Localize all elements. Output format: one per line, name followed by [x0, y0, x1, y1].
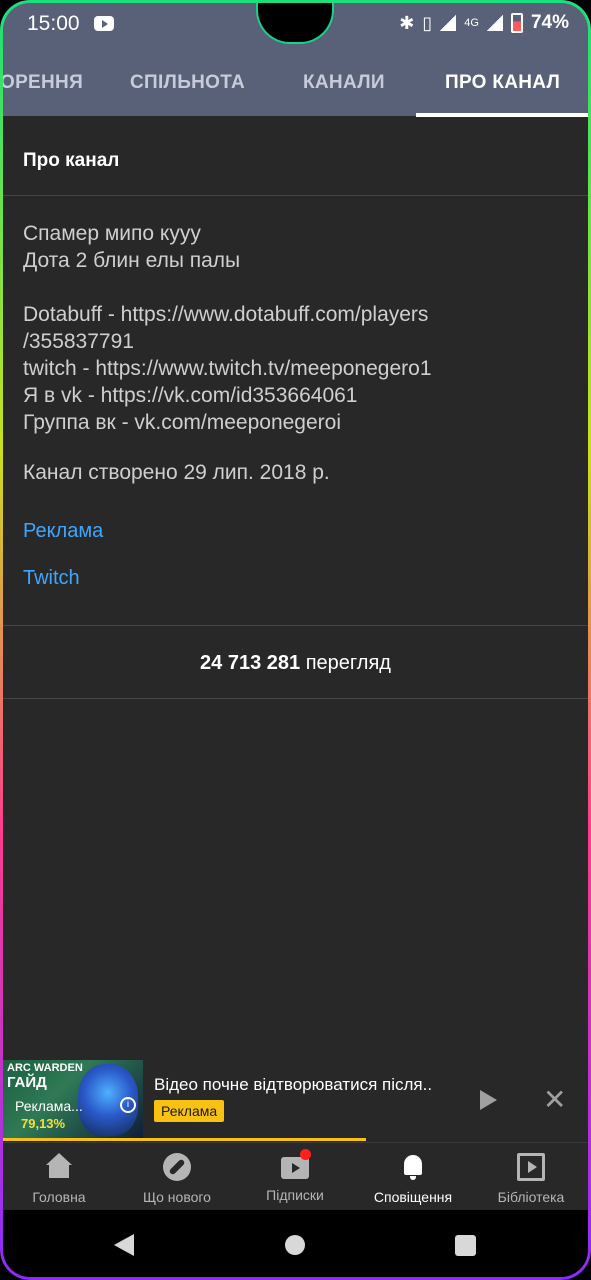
thumbnail-ad-text: Реклама... [15, 1098, 83, 1114]
tab-about[interactable]: ПРО КАНАЛ [445, 72, 560, 94]
signal-icon [486, 15, 503, 31]
tab-videos[interactable]: ОРЕННЯ [0, 72, 83, 94]
network-type: 4G [464, 17, 479, 29]
thumbnail-text: 79,13% [21, 1116, 66, 1131]
thumbnail-text: ARC WARDEN [7, 1062, 83, 1074]
description-line: Спамер мипо кууу [23, 222, 201, 245]
mini-player-title[interactable]: Відео почне відтворюватися після.. [154, 1075, 432, 1095]
ad-badge: Реклама [154, 1100, 225, 1122]
description-line[interactable]: twitch - https://www.twitch.tv/meeponege… [23, 355, 432, 382]
channel-tabs: ОРЕННЯ СПІЛЬНОТА КАНАЛИ ПРО КАНАЛ [0, 48, 591, 116]
bottom-navigation: Головна Що нового Підписки Сповіщення Бі… [0, 1142, 591, 1210]
explore-icon [163, 1153, 191, 1181]
description-line: Дота 2 блин елы палы [23, 249, 241, 272]
divider [0, 195, 591, 196]
vibrate-icon: ▯ [422, 12, 433, 33]
divider [0, 625, 591, 626]
status-icons: ✱ ▯ 4G 74% [399, 12, 569, 34]
back-icon[interactable] [114, 1234, 134, 1256]
nav-label: Бібліотека [497, 1189, 565, 1205]
link-twitch[interactable]: Twitch [23, 567, 80, 590]
nav-label: Головна [32, 1189, 86, 1205]
nav-label: Сповіщення [373, 1189, 453, 1205]
mini-player[interactable]: ARC WARDEN ГАЙД Реклама... 79,13% i Віде… [0, 1058, 591, 1142]
nav-home[interactable]: Головна [0, 1149, 118, 1205]
view-count-label: перегляд [305, 652, 391, 674]
nav-library[interactable]: Бібліотека [472, 1149, 590, 1205]
link-advertising[interactable]: Реклама [23, 520, 103, 543]
library-icon [517, 1153, 545, 1181]
nav-label: Підписки [266, 1187, 324, 1203]
nav-notifications[interactable]: Сповіщення [354, 1149, 472, 1205]
battery-icon [510, 13, 523, 33]
tab-community[interactable]: СПІЛЬНОТА [130, 72, 245, 94]
play-icon[interactable] [480, 1090, 497, 1110]
description-line[interactable]: /355837791 [23, 328, 134, 355]
nav-label: Що нового [143, 1189, 211, 1205]
phone-screen: 15:00 ✱ ▯ 4G 74% ОРЕННЯ СПІЛЬНОТА КАНАЛИ… [0, 0, 591, 1280]
home-icon [45, 1153, 73, 1181]
video-thumbnail[interactable]: ARC WARDEN ГАЙД Реклама... 79,13% i [3, 1060, 143, 1139]
playback-progress [0, 1138, 367, 1141]
description-line[interactable]: Dotabuff - https://www.dotabuff.com/play… [23, 301, 428, 328]
battery-percent: 74% [530, 12, 569, 33]
thumbnail-text: ГАЙД [7, 1074, 47, 1091]
wifi-signal-icon [440, 15, 457, 31]
bluetooth-icon: ✱ [399, 12, 415, 33]
notification-dot [300, 1149, 311, 1160]
view-count: 24 713 281 перегляд [0, 652, 591, 675]
subscriptions-icon [281, 1157, 309, 1179]
home-button-icon[interactable] [285, 1235, 305, 1255]
nav-explore[interactable]: Що нового [118, 1149, 236, 1205]
system-navigation [0, 1210, 591, 1280]
recents-icon[interactable] [455, 1235, 476, 1256]
description-line[interactable]: Я в vk - https://vk.com/id353664061 [23, 382, 357, 409]
youtube-icon [94, 16, 114, 31]
info-icon[interactable]: i [120, 1097, 136, 1113]
tab-channels[interactable]: КАНАЛИ [303, 72, 385, 94]
close-icon[interactable]: ✕ [543, 1086, 566, 1114]
nav-subscriptions[interactable]: Підписки [236, 1149, 354, 1203]
section-title: Про канал [23, 150, 120, 171]
status-time: 15:00 [27, 12, 80, 35]
created-date: Канал створено 29 лип. 2018 р. [23, 461, 330, 484]
divider [0, 698, 591, 699]
active-tab-indicator [416, 113, 591, 117]
bell-icon [399, 1153, 427, 1181]
view-count-number: 24 713 281 [200, 652, 301, 674]
description-line[interactable]: Группа вк - vk.com/meeponegeroi [23, 409, 341, 436]
